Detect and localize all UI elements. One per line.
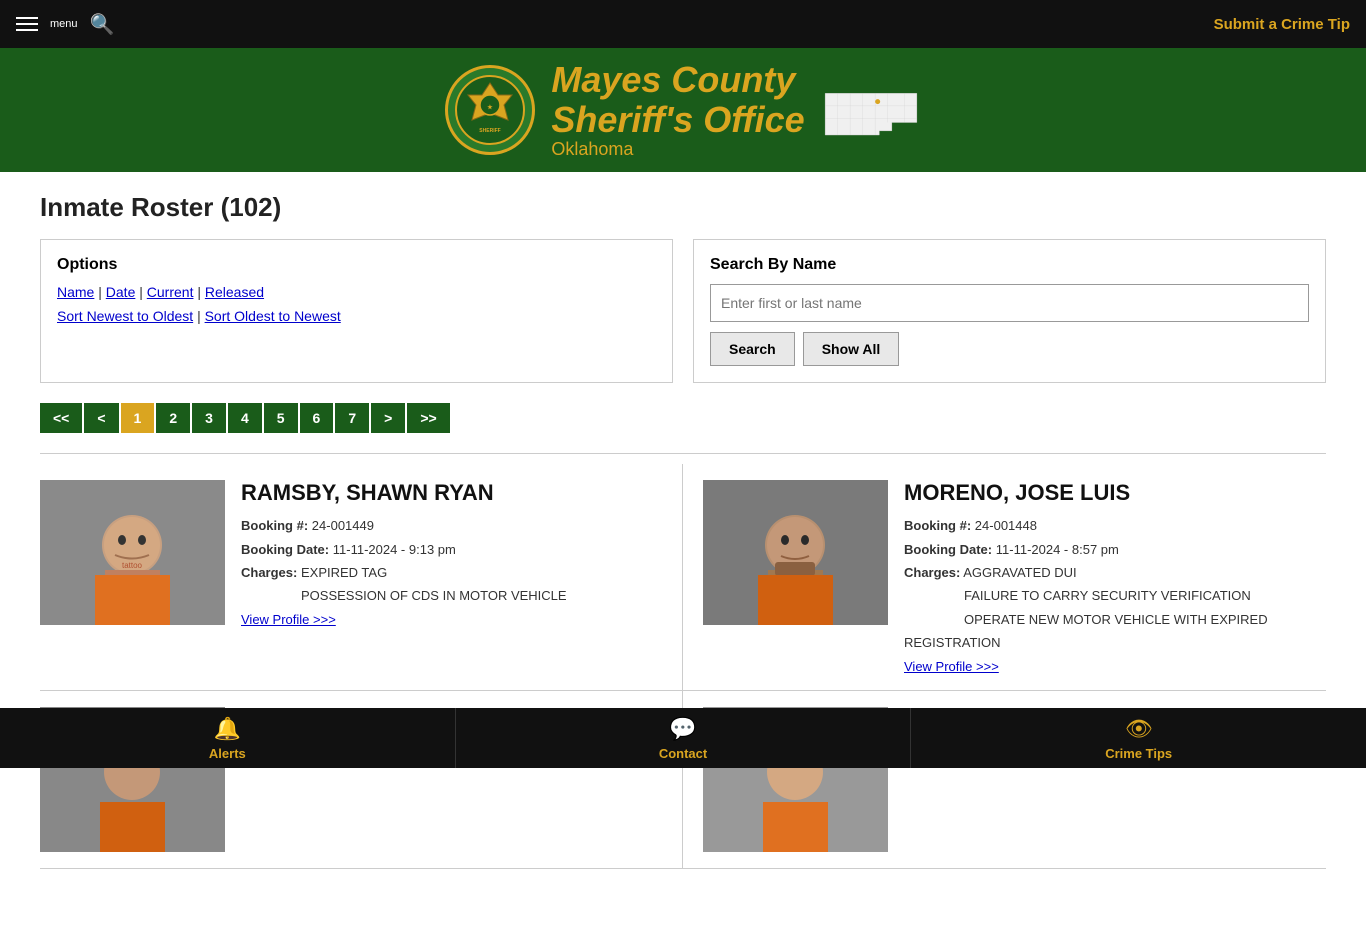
page-5[interactable]: 5: [264, 403, 298, 433]
sort-newest[interactable]: Sort Newest to Oldest: [57, 308, 193, 324]
bottom-nav-contact[interactable]: 💬 Contact: [456, 708, 912, 768]
charges-label: Charges:: [241, 565, 297, 580]
inmate-details-ramsby: RAMSBY, SHAWN RYAN Booking #: 24-001449 …: [241, 480, 662, 673]
bottom-nav-crime-tips[interactable]: 👁 Crime Tips: [911, 708, 1366, 768]
hamburger-icon: [16, 17, 38, 31]
alerts-label: Alerts: [209, 746, 246, 761]
svg-text:★: ★: [488, 104, 494, 111]
pagination: << < 1 2 3 4 5 6 7 > >>: [40, 403, 1326, 433]
badge-inner: ★ SHERIFF: [455, 75, 525, 145]
oklahoma-map: [821, 75, 921, 145]
alerts-icon: 🔔: [214, 716, 241, 742]
page-last[interactable]: >>: [407, 403, 449, 433]
crime-tip-link[interactable]: Submit a Crime Tip: [1214, 16, 1350, 33]
inmate-details-moreno: MORENO, JOSE LUIS Booking #: 24-001448 B…: [904, 480, 1326, 673]
page-4[interactable]: 4: [228, 403, 262, 433]
page-1[interactable]: 1: [121, 403, 155, 433]
page-title: Inmate Roster (102): [40, 192, 1326, 223]
sheriff-badge: ★ SHERIFF: [445, 65, 535, 155]
options-box: Options Name | Date | Current | Released…: [40, 239, 673, 383]
view-profile-moreno[interactable]: View Profile >>>: [904, 659, 999, 674]
menu-label: menu: [50, 18, 78, 30]
page-6[interactable]: 6: [300, 403, 334, 433]
contact-label: Contact: [659, 746, 707, 761]
crime-tips-icon: 👁: [1125, 716, 1153, 742]
svg-text:SHERIFF: SHERIFF: [480, 128, 501, 134]
page-2[interactable]: 2: [156, 403, 190, 433]
inmate-grid: tattoo RAMSBY, SHAWN RYAN Booking #: 24-…: [40, 464, 1326, 868]
site-subtitle: Oklahoma: [551, 139, 804, 160]
charge-2: POSSESSION OF CDS IN MOTOR VEHICLE: [301, 588, 567, 603]
inmate-info-moreno: Booking #: 24-001448 Booking Date: 11-11…: [904, 514, 1326, 654]
inmate-card-ramsby: tattoo RAMSBY, SHAWN RYAN Booking #: 24-…: [40, 464, 683, 690]
search-box: Search By Name Search Show All: [693, 239, 1326, 383]
site-header: ★ SHERIFF Mayes County Sheriff's Office …: [0, 48, 1366, 172]
bottom-nav-alerts[interactable]: 🔔 Alerts: [0, 708, 456, 768]
sort-links: Sort Newest to Oldest | Sort Oldest to N…: [57, 308, 656, 324]
show-all-button[interactable]: Show All: [803, 332, 900, 366]
filter-released[interactable]: Released: [205, 284, 264, 300]
page-3[interactable]: 3: [192, 403, 226, 433]
booking-label: Booking #:: [241, 518, 308, 533]
filter-date[interactable]: Date: [106, 284, 136, 300]
contact-icon: 💬: [669, 716, 696, 742]
inmate-photo-moreno: [703, 480, 888, 625]
menu-hamburger[interactable]: menu 🔍: [16, 12, 114, 37]
page-next[interactable]: >: [371, 403, 405, 433]
booking-date: 11-11-2024 - 9:13 pm: [333, 542, 456, 557]
filter-links: Name | Date | Current | Released: [57, 284, 656, 300]
divider: [40, 453, 1326, 454]
bottom-navigation: 🔔 Alerts 💬 Contact 👁 Crime Tips: [0, 708, 1366, 768]
site-title-line1: Mayes County Sheriff's Office: [551, 60, 804, 139]
search-heading: Search By Name: [710, 256, 1309, 274]
search-input[interactable]: [710, 284, 1309, 322]
options-search-row: Options Name | Date | Current | Released…: [40, 239, 1326, 383]
inmate-name-ramsby: RAMSBY, SHAWN RYAN: [241, 480, 662, 506]
view-profile-ramsby[interactable]: View Profile >>>: [241, 612, 336, 627]
inmate-card-moreno: MORENO, JOSE LUIS Booking #: 24-001448 B…: [683, 464, 1326, 690]
date-label: Booking Date:: [241, 542, 329, 557]
inmate-photo-ramsby: tattoo: [40, 480, 225, 625]
page-first[interactable]: <<: [40, 403, 82, 433]
filter-name[interactable]: Name: [57, 284, 94, 300]
crime-tips-label: Crime Tips: [1105, 746, 1172, 761]
search-buttons: Search Show All: [710, 332, 1309, 366]
main-content: Inmate Roster (102) Options Name | Date …: [0, 172, 1366, 888]
options-heading: Options: [57, 256, 656, 274]
charge-1: EXPIRED TAG: [301, 565, 387, 580]
header-title: Mayes County Sheriff's Office Oklahoma: [551, 60, 804, 160]
booking-num: 24-001449: [312, 518, 374, 533]
inmate-name-moreno: MORENO, JOSE LUIS: [904, 480, 1326, 506]
svg-text:tattoo: tattoo: [122, 561, 143, 570]
search-button[interactable]: Search: [710, 332, 795, 366]
top-navigation: menu 🔍 Submit a Crime Tip: [0, 0, 1366, 48]
sort-oldest[interactable]: Sort Oldest to Newest: [205, 308, 341, 324]
filter-current[interactable]: Current: [147, 284, 194, 300]
page-7[interactable]: 7: [335, 403, 369, 433]
inmate-info-ramsby: Booking #: 24-001449 Booking Date: 11-11…: [241, 514, 662, 608]
search-icon[interactable]: 🔍: [90, 12, 115, 37]
page-prev[interactable]: <: [84, 403, 118, 433]
